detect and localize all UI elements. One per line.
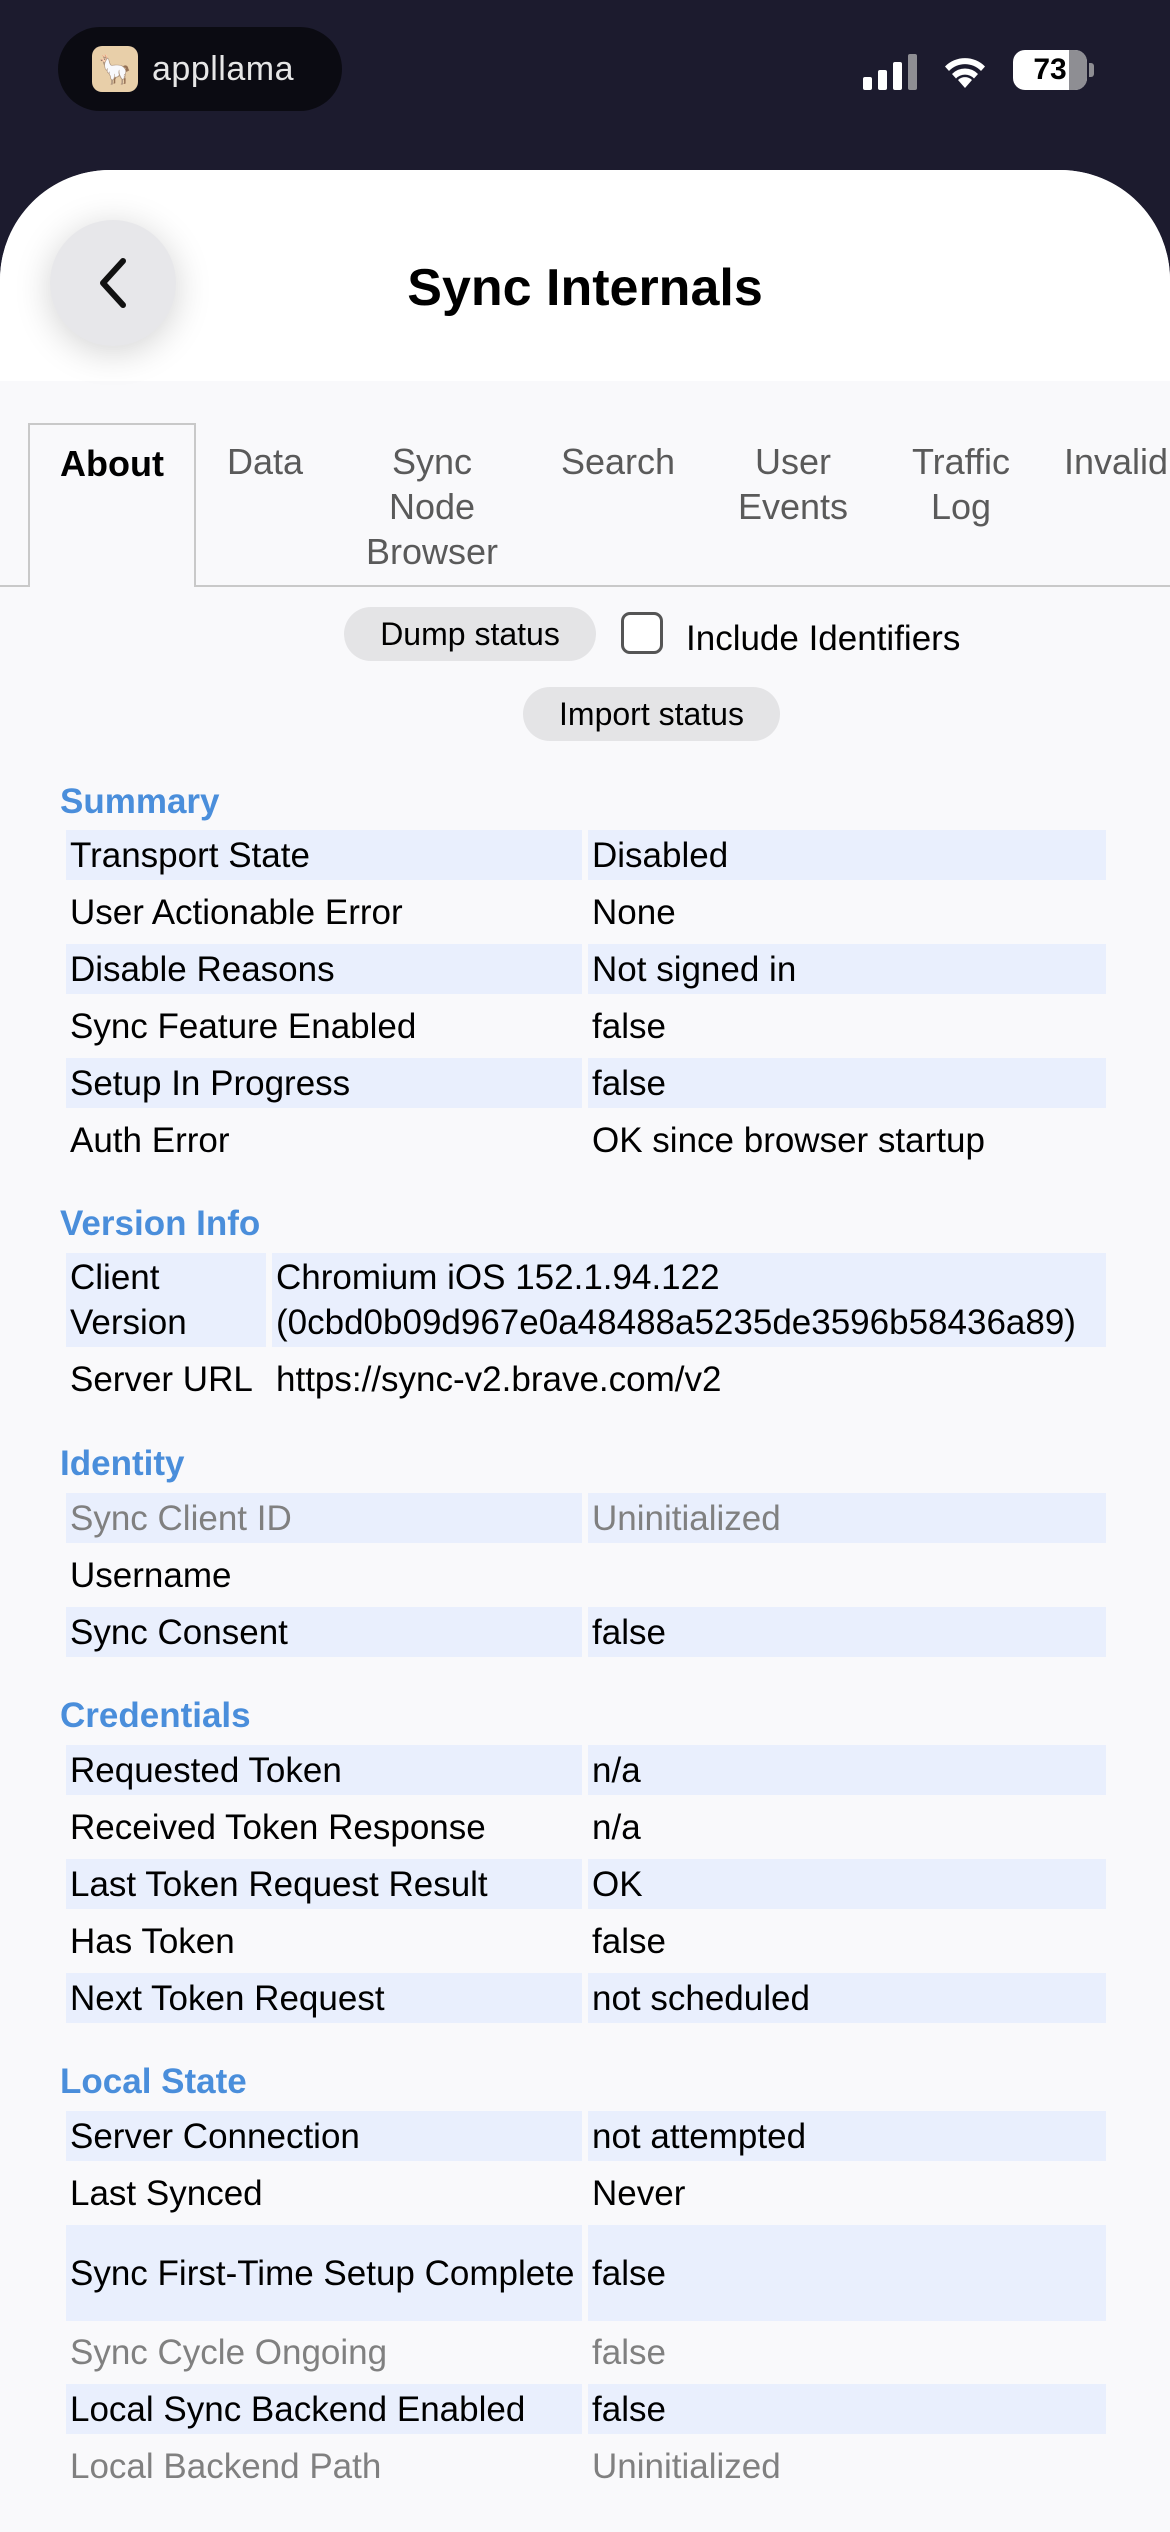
row-key: Sync Cycle Ongoing <box>70 2332 388 2372</box>
row-value: Chromium iOS 152.1.94.122 (0cbd0b09d967e… <box>272 1253 1106 1347</box>
row-key: Username <box>70 1555 232 1595</box>
row-value: OK since browser startup <box>592 1120 985 1160</box>
row-value: false <box>592 1006 666 1046</box>
battery-icon: 73 <box>1013 50 1094 90</box>
table-row: Local Backend Path Uninitialized <box>66 2441 1106 2491</box>
include-identifiers-label: Include Identifiers <box>686 619 961 658</box>
row-key: Setup In Progress <box>66 1058 582 1108</box>
row-key: User Actionable Error <box>70 892 403 932</box>
sync-internals-sheet: Sync Internals About Data Sync Node Brow… <box>0 170 1170 2532</box>
status-icons: 73 <box>863 50 1094 90</box>
table-row: Server URL https://sync-v2.brave.com/v2 <box>66 1354 1106 1404</box>
table-row: User Actionable Error None <box>66 887 1106 937</box>
table-row: Disable Reasons Not signed in <box>66 944 1106 994</box>
brand-name: appllama <box>152 49 294 88</box>
tab-user-events[interactable]: User Events <box>722 423 864 529</box>
row-key: Server URL <box>70 1359 253 1399</box>
row-key: Last Token Request Result <box>66 1859 582 1909</box>
row-key: Local Backend Path <box>70 2446 382 2486</box>
row-key: Received Token Response <box>70 1807 486 1847</box>
table-row: Sync Consent false <box>66 1607 1106 1657</box>
table-row: Transport State Disabled <box>66 830 1106 880</box>
row-key: Transport State <box>66 830 582 880</box>
cellular-signal-icon <box>863 50 917 90</box>
row-key: Sync Client ID <box>66 1493 582 1543</box>
table-row: Server Connection not attempted <box>66 2111 1106 2161</box>
row-key: Requested Token <box>66 1745 582 1795</box>
row-value: https://sync-v2.brave.com/v2 <box>276 1359 722 1399</box>
wifi-icon <box>945 58 985 88</box>
row-key: Client Version <box>66 1253 266 1347</box>
tab-search[interactable]: Search <box>544 423 692 484</box>
table-row: Client Version Chromium iOS 152.1.94.122 … <box>66 1253 1106 1347</box>
sheet-header: Sync Internals <box>0 170 1170 381</box>
table-row: Local Sync Backend Enabled false <box>66 2384 1106 2434</box>
section-local-state-title: Local State <box>60 2062 247 2101</box>
row-key: Auth Error <box>70 1120 230 1160</box>
table-row: Setup In Progress false <box>66 1058 1106 1108</box>
tab-sync-node-browser[interactable]: Sync Node Browser <box>350 423 514 574</box>
table-row: Last Synced Never <box>66 2168 1106 2218</box>
tab-about[interactable]: About <box>28 423 196 587</box>
row-value: false <box>588 1058 1106 1108</box>
row-key: Local Sync Backend Enabled <box>66 2384 582 2434</box>
row-value: n/a <box>592 1807 641 1847</box>
tab-data[interactable]: Data <box>212 423 318 484</box>
row-key: Sync Feature Enabled <box>70 1006 417 1046</box>
battery-level: 73 <box>1033 53 1067 86</box>
dump-status-button[interactable]: Dump status <box>344 607 596 661</box>
row-key: Disable Reasons <box>66 944 582 994</box>
row-value: false <box>588 1607 1106 1657</box>
row-key: Next Token Request <box>66 1973 582 2023</box>
tab-traffic-log[interactable]: Traffic Log <box>896 423 1026 529</box>
import-status-button[interactable]: Import status <box>523 687 780 741</box>
table-row: Received Token Response n/a <box>66 1802 1106 1852</box>
section-summary-title: Summary <box>60 782 220 821</box>
row-key: Last Synced <box>70 2173 263 2213</box>
row-value: false <box>588 2384 1106 2434</box>
table-row: Sync Client ID Uninitialized <box>66 1493 1106 1543</box>
table-row: Has Token false <box>66 1916 1106 1966</box>
brand-badge: 🦙 appllama <box>58 27 342 111</box>
section-version-info-title: Version Info <box>60 1204 261 1243</box>
row-value: Never <box>592 2173 686 2213</box>
tab-sync-node-browser-label: Sync Node Browser <box>365 441 499 572</box>
row-value <box>588 1550 1106 1600</box>
table-row: Last Token Request Result OK <box>66 1859 1106 1909</box>
section-identity-title: Identity <box>60 1444 185 1483</box>
row-value: not attempted <box>588 2111 1106 2161</box>
row-key: Sync Consent <box>66 1607 582 1657</box>
tab-invalidations[interactable]: Invalid <box>1064 423 1170 484</box>
table-row: Sync First-Time Setup Complete false <box>66 2225 1106 2321</box>
row-key: Server Connection <box>66 2111 582 2161</box>
row-value: Not signed in <box>588 944 1106 994</box>
row-value: Uninitialized <box>592 2446 781 2486</box>
llama-logo-icon: 🦙 <box>92 46 138 92</box>
row-value: not scheduled <box>588 1973 1106 2023</box>
table-row: Requested Token n/a <box>66 1745 1106 1795</box>
table-row: Username <box>66 1550 1106 1600</box>
row-key: Sync First-Time Setup Complete <box>66 2225 582 2321</box>
row-value: false <box>592 2332 666 2372</box>
page-title: Sync Internals <box>407 259 763 317</box>
row-value: None <box>592 892 676 932</box>
row-value: Uninitialized <box>588 1493 1106 1543</box>
row-value: false <box>592 1921 666 1961</box>
table-row: Sync Feature Enabled false <box>66 1001 1106 1051</box>
row-value: OK <box>588 1859 1106 1909</box>
tab-bar: About Data Sync Node Browser Search User… <box>0 423 1170 587</box>
row-value: n/a <box>588 1745 1106 1795</box>
row-value: Disabled <box>588 830 1106 880</box>
table-row: Next Token Request not scheduled <box>66 1973 1106 2023</box>
section-credentials-title: Credentials <box>60 1696 251 1735</box>
status-bar: 🦙 appllama 73 <box>0 0 1170 175</box>
row-key: Has Token <box>70 1921 235 1961</box>
row-value: false <box>588 2225 1106 2321</box>
include-identifiers-checkbox[interactable] <box>621 612 663 654</box>
table-row: Sync Cycle Ongoing false <box>66 2327 1106 2377</box>
table-row: Auth Error OK since browser startup <box>66 1115 1106 1165</box>
